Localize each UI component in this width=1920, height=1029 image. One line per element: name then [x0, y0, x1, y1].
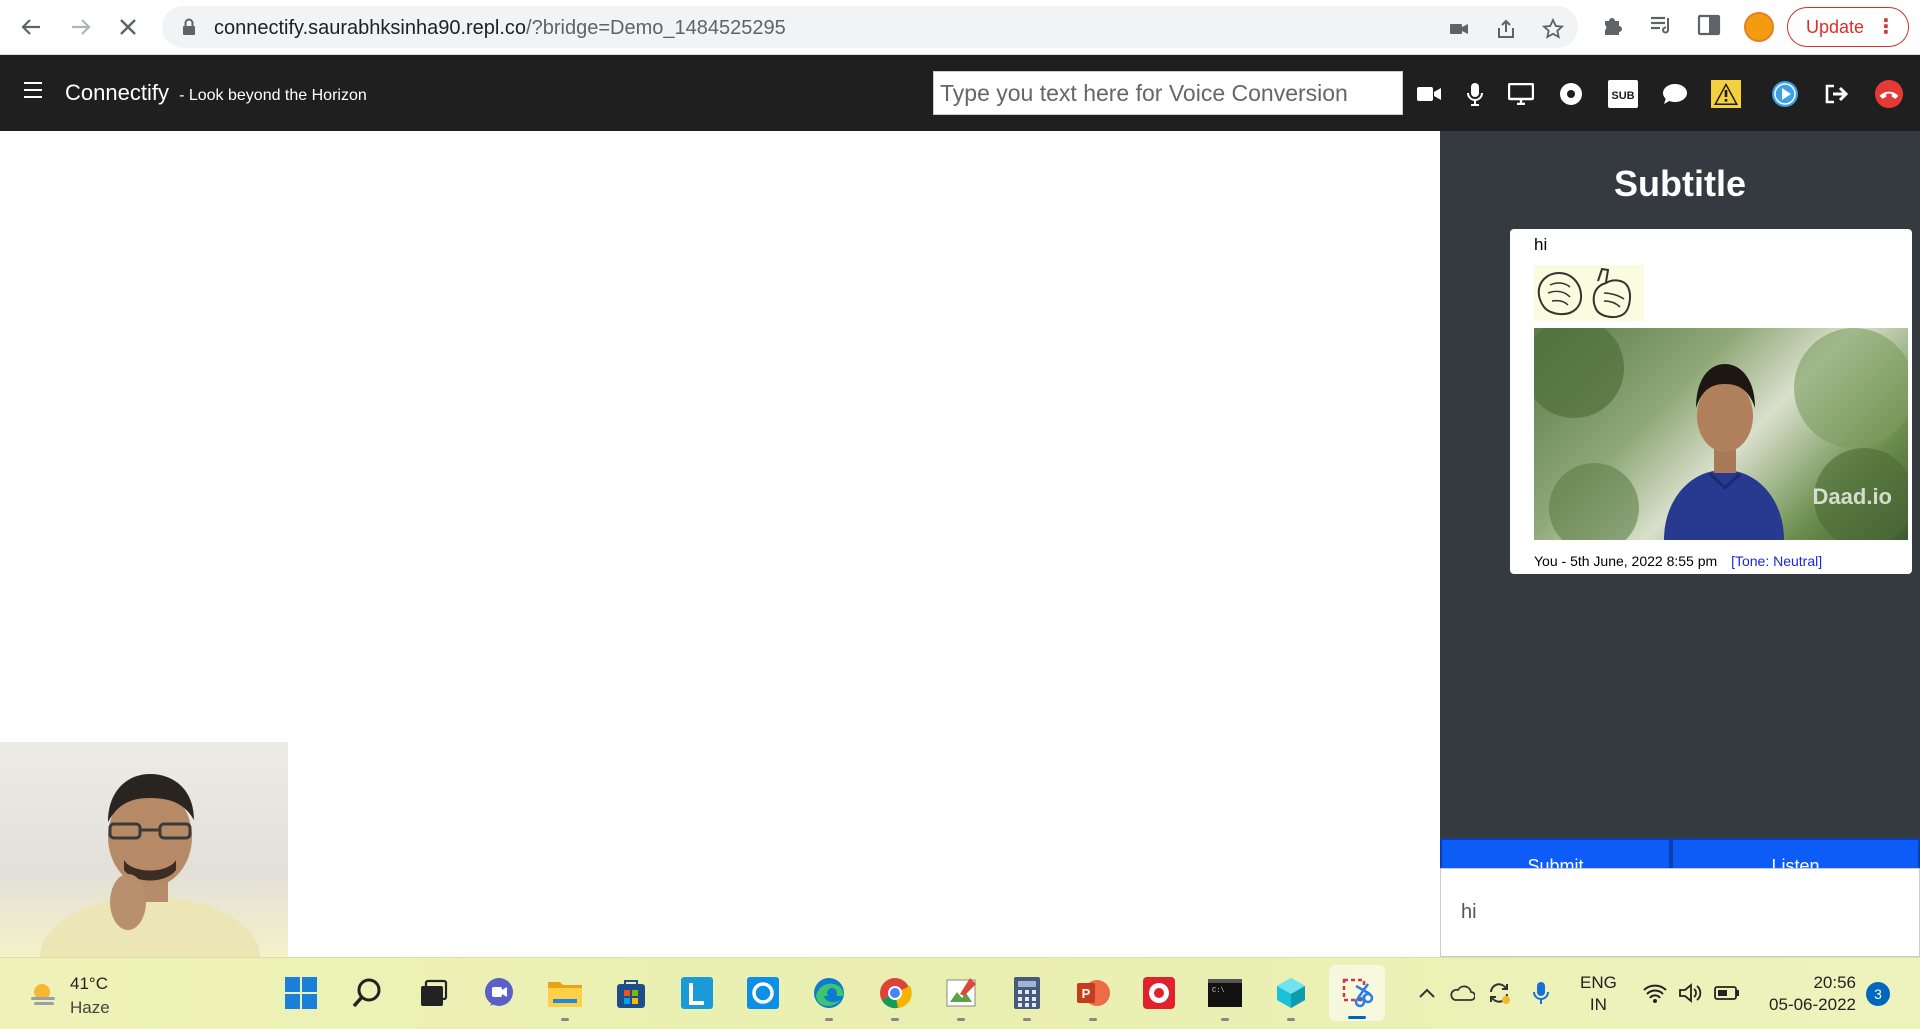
language-indicator[interactable]: ENG IN	[1580, 972, 1617, 1016]
brand[interactable]: Connectify - Look beyond the Horizon	[65, 80, 367, 106]
listen-button[interactable]: Listen	[1671, 838, 1920, 868]
windows-start-icon[interactable]	[281, 973, 321, 1013]
show-hidden-icons-chevron-icon[interactable]	[1414, 980, 1440, 1006]
panel-button-row: Submit Listen	[1440, 838, 1920, 868]
calculator-icon[interactable]	[1007, 973, 1047, 1021]
hamburger-menu-icon[interactable]	[24, 82, 42, 98]
file-explorer-icon[interactable]	[545, 973, 585, 1021]
message-tone: [Tone: Neutral]	[1731, 553, 1823, 569]
subtitle-panel: Subtitle hi Daad.io You - 5th June, 2022…	[1440, 131, 1920, 957]
bookmark-star-icon[interactable]	[1542, 18, 1564, 40]
running-indicator	[1348, 1016, 1366, 1019]
weather-haze-icon	[31, 984, 55, 1005]
task-view-icon[interactable]	[413, 973, 453, 1013]
message-card: hi Daad.io You - 5th June, 2022 8:55 pm …	[1510, 229, 1912, 574]
weather-temp: 41°C	[70, 974, 108, 993]
subtitle-icon[interactable]: SUB	[1607, 79, 1639, 109]
message-meta: You - 5th June, 2022 8:55 pm [Tone: Neut…	[1534, 553, 1822, 569]
screen-recorder-icon[interactable]	[1139, 973, 1179, 1013]
forward-arrow-icon[interactable]	[66, 12, 96, 42]
snipping-tool-icon[interactable]	[1329, 965, 1385, 1021]
play-icon[interactable]	[1770, 79, 1800, 109]
voice-conversion-input[interactable]	[933, 71, 1403, 115]
share-icon[interactable]	[1496, 18, 1518, 40]
battery-icon[interactable]	[1714, 980, 1740, 1006]
search-icon[interactable]	[347, 973, 387, 1013]
video-watermark: Daad.io	[1812, 484, 1892, 509]
edge-icon[interactable]	[809, 973, 849, 1021]
sync-icon[interactable]	[1486, 980, 1512, 1006]
subtitle-message-input[interactable]	[1440, 868, 1920, 957]
brand-tagline: - Look beyond the Horizon	[179, 87, 367, 104]
volume-icon[interactable]	[1678, 980, 1704, 1006]
wifi-icon[interactable]	[1642, 980, 1668, 1006]
video-camera-icon[interactable]	[1414, 79, 1444, 109]
svg-text:C:\: C:\	[1212, 987, 1225, 995]
brand-name: Connectify	[65, 80, 169, 105]
url-query: /?bridge=Demo_1484525295	[526, 17, 786, 39]
self-video-feed	[0, 742, 288, 957]
hang-up-icon[interactable]	[1874, 79, 1904, 109]
language-region: IN	[1589, 995, 1607, 1014]
weather-desc: Haze	[70, 998, 110, 1017]
record-icon[interactable]	[1556, 79, 1586, 109]
powerpoint-icon[interactable]: P	[1073, 973, 1113, 1021]
clock-time: 20:56	[1813, 973, 1856, 992]
leave-icon[interactable]	[1822, 79, 1852, 109]
l-app-icon[interactable]	[677, 973, 717, 1013]
3d-viewer-icon[interactable]	[1271, 973, 1311, 1021]
clock-date: 05-06-2022	[1769, 995, 1856, 1014]
microphone-tray-icon[interactable]	[1528, 980, 1554, 1006]
sign-language-image	[1534, 265, 1644, 321]
terminal-icon[interactable]: C:\	[1205, 973, 1245, 1021]
reading-list-icon[interactable]	[1648, 12, 1674, 38]
paint-icon[interactable]	[941, 973, 981, 1021]
running-indicator	[891, 1018, 899, 1021]
running-indicator	[825, 1018, 833, 1021]
teams-chat-icon[interactable]	[479, 973, 519, 1013]
sub-label: SUB	[1611, 90, 1634, 102]
browser-chrome: connectify.saurabhksinha90.repl.co/?brid…	[0, 0, 1920, 55]
profile-avatar[interactable]	[1744, 12, 1774, 42]
chat-icon[interactable]	[1660, 79, 1690, 109]
camera-blocked-icon[interactable]	[1448, 18, 1470, 40]
running-indicator	[1221, 1018, 1229, 1021]
lock-icon	[183, 18, 195, 35]
windows-taskbar: 41°C Haze P C:\ ENG IN 20:56 05-06-2022 …	[0, 957, 1920, 1029]
submit-button[interactable]: Submit	[1440, 838, 1671, 868]
update-button[interactable]: Update ⋮	[1787, 7, 1909, 47]
running-indicator	[1287, 1018, 1295, 1021]
cortana-icon[interactable]	[743, 973, 783, 1013]
message-sender-time: You - 5th June, 2022 8:55 pm	[1534, 553, 1718, 569]
svg-text:P: P	[1082, 986, 1091, 1001]
stop-loading-icon[interactable]	[113, 12, 143, 42]
extensions-puzzle-icon[interactable]	[1600, 12, 1626, 38]
running-indicator	[957, 1018, 965, 1021]
more-menu-icon[interactable]: ⋮	[1876, 14, 1896, 39]
panel-title: Subtitle	[1614, 163, 1746, 204]
microsoft-store-icon[interactable]	[611, 973, 651, 1013]
system-clock[interactable]: 20:56 05-06-2022	[1756, 972, 1856, 1016]
url-text: connectify.saurabhksinha90.repl.co/?brid…	[214, 17, 786, 40]
running-indicator	[1089, 1018, 1097, 1021]
update-label: Update	[1806, 16, 1865, 37]
language-code: ENG	[1580, 973, 1617, 992]
warning-icon[interactable]	[1711, 79, 1741, 109]
running-indicator	[561, 1018, 569, 1021]
chrome-icon[interactable]	[875, 973, 915, 1021]
main-video-area	[0, 131, 1440, 957]
notification-badge[interactable]: 3	[1866, 982, 1890, 1006]
participant-video-image	[40, 774, 260, 957]
app-navbar: Connectify - Look beyond the Horizon SUB	[0, 55, 1920, 131]
side-panel-icon[interactable]	[1696, 12, 1722, 38]
message-text: hi	[1534, 235, 1548, 254]
back-arrow-icon[interactable]	[16, 12, 46, 42]
screen-share-icon[interactable]	[1506, 79, 1536, 109]
url-host: connectify.saurabhksinha90.repl.co	[214, 17, 527, 39]
address-bar[interactable]: connectify.saurabhksinha90.repl.co/?brid…	[162, 6, 1578, 48]
onedrive-cloud-icon[interactable]	[1449, 980, 1475, 1006]
running-indicator	[1023, 1018, 1031, 1021]
microphone-icon[interactable]	[1460, 79, 1490, 109]
sign-video-player[interactable]: Daad.io	[1534, 328, 1908, 540]
